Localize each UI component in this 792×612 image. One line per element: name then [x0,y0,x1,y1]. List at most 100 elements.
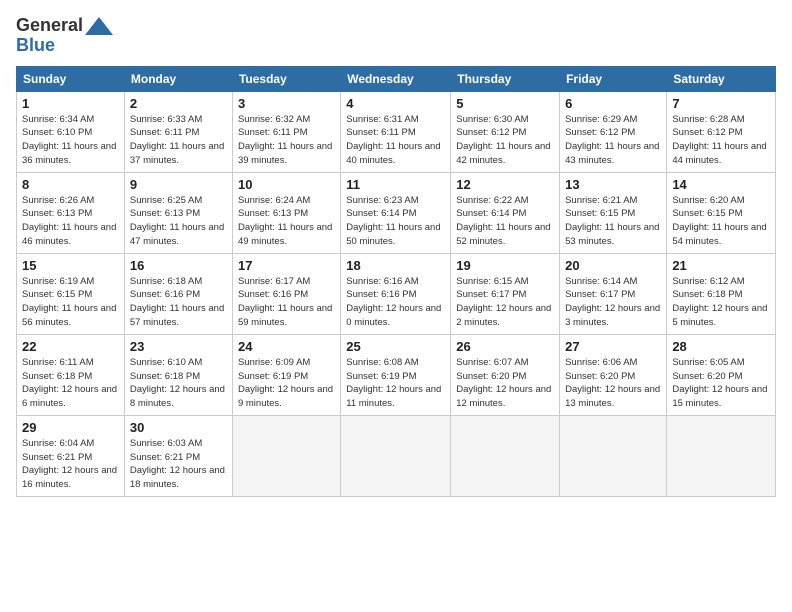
calendar-cell: 23 Sunrise: 6:10 AM Sunset: 6:18 PM Dayli… [124,334,232,415]
day-number: 22 [22,339,119,354]
calendar-cell: 28Sunrise: 6:05 AM Sunset: 6:20 PM Dayli… [667,334,776,415]
day-info: Sunrise: 6:19 AM Sunset: 6:15 PM Dayligh… [22,275,119,330]
day-number: 9 [130,177,227,192]
day-info: Sunrise: 6:18 AM Sunset: 6:16 PM Dayligh… [130,275,227,330]
day-info: Sunrise: 6:12 AM Sunset: 6:18 PM Dayligh… [672,275,770,330]
day-number: 18 [346,258,445,273]
calendar-week-row: 22 Sunrise: 6:11 AM Sunset: 6:18 PM Dayli… [17,334,776,415]
day-number: 23 [130,339,227,354]
calendar-cell: 26 Sunrise: 6:07 AM Sunset: 6:20 PM Dayli… [451,334,560,415]
logo-general: General [16,16,83,36]
day-number: 16 [130,258,227,273]
calendar-cell: 17Sunrise: 6:17 AM Sunset: 6:16 PM Dayli… [232,253,340,334]
calendar-cell: 16 Sunrise: 6:18 AM Sunset: 6:16 PM Dayli… [124,253,232,334]
day-number: 12 [456,177,554,192]
day-info: Sunrise: 6:15 AM Sunset: 6:17 PM Dayligh… [456,275,554,330]
day-info: Sunrise: 6:21 AM Sunset: 6:15 PM Dayligh… [565,194,661,249]
calendar-cell: 21 Sunrise: 6:12 AM Sunset: 6:18 PM Dayli… [667,253,776,334]
calendar-cell: 25 Sunrise: 6:08 AM Sunset: 6:19 PM Dayli… [341,334,451,415]
day-number: 15 [22,258,119,273]
day-number: 20 [565,258,661,273]
calendar-cell: 14Sunrise: 6:20 AM Sunset: 6:15 PM Dayli… [667,172,776,253]
calendar-cell: 18 Sunrise: 6:16 AM Sunset: 6:16 PM Dayli… [341,253,451,334]
day-number: 13 [565,177,661,192]
logo: General Blue [16,16,113,56]
calendar-cell: 29 Sunrise: 6:04 AM Sunset: 6:21 PM Dayli… [17,415,125,496]
calendar-cell: 7 Sunrise: 6:28 AM Sunset: 6:12 PM Daylig… [667,91,776,172]
day-number: 4 [346,96,445,111]
calendar-cell: 12 Sunrise: 6:22 AM Sunset: 6:14 PM Dayli… [451,172,560,253]
day-number: 5 [456,96,554,111]
day-info: Sunrise: 6:10 AM Sunset: 6:18 PM Dayligh… [130,356,227,411]
day-number: 29 [22,420,119,435]
day-info: Sunrise: 6:25 AM Sunset: 6:13 PM Dayligh… [130,194,227,249]
day-info: Sunrise: 6:29 AM Sunset: 6:12 PM Dayligh… [565,113,661,168]
day-number: 21 [672,258,770,273]
calendar-cell [232,415,340,496]
day-info: Sunrise: 6:26 AM Sunset: 6:13 PM Dayligh… [22,194,119,249]
day-info: Sunrise: 6:16 AM Sunset: 6:16 PM Dayligh… [346,275,445,330]
day-number: 7 [672,96,770,111]
calendar-cell [341,415,451,496]
dow-header: Monday [124,66,232,91]
header: General Blue [16,16,776,56]
day-info: Sunrise: 6:24 AM Sunset: 6:13 PM Dayligh… [238,194,335,249]
day-info: Sunrise: 6:09 AM Sunset: 6:19 PM Dayligh… [238,356,335,411]
day-info: Sunrise: 6:22 AM Sunset: 6:14 PM Dayligh… [456,194,554,249]
days-of-week-row: SundayMondayTuesdayWednesdayThursdayFrid… [17,66,776,91]
dow-header: Wednesday [341,66,451,91]
day-number: 1 [22,96,119,111]
day-info: Sunrise: 6:34 AM Sunset: 6:10 PM Dayligh… [22,113,119,168]
day-info: Sunrise: 6:31 AM Sunset: 6:11 PM Dayligh… [346,113,445,168]
day-info: Sunrise: 6:08 AM Sunset: 6:19 PM Dayligh… [346,356,445,411]
calendar-cell: 22 Sunrise: 6:11 AM Sunset: 6:18 PM Dayli… [17,334,125,415]
calendar-cell: 20Sunrise: 6:14 AM Sunset: 6:17 PM Dayli… [560,253,667,334]
day-number: 14 [672,177,770,192]
day-number: 27 [565,339,661,354]
logo-blue: Blue [16,36,55,56]
calendar-cell: 10 Sunrise: 6:24 AM Sunset: 6:13 PM Dayli… [232,172,340,253]
calendar-cell: 19Sunrise: 6:15 AM Sunset: 6:17 PM Dayli… [451,253,560,334]
calendar-cell: 15 Sunrise: 6:19 AM Sunset: 6:15 PM Dayli… [17,253,125,334]
day-info: Sunrise: 6:28 AM Sunset: 6:12 PM Dayligh… [672,113,770,168]
calendar-cell: 9 Sunrise: 6:25 AM Sunset: 6:13 PM Daylig… [124,172,232,253]
day-number: 25 [346,339,445,354]
day-number: 30 [130,420,227,435]
day-number: 24 [238,339,335,354]
calendar-week-row: 29 Sunrise: 6:04 AM Sunset: 6:21 PM Dayli… [17,415,776,496]
calendar-week-row: 8 Sunrise: 6:26 AM Sunset: 6:13 PM Daylig… [17,172,776,253]
logo-icon [85,17,113,35]
day-info: Sunrise: 6:32 AM Sunset: 6:11 PM Dayligh… [238,113,335,168]
day-info: Sunrise: 6:23 AM Sunset: 6:14 PM Dayligh… [346,194,445,249]
calendar-cell: 8 Sunrise: 6:26 AM Sunset: 6:13 PM Daylig… [17,172,125,253]
day-number: 10 [238,177,335,192]
day-number: 11 [346,177,445,192]
calendar-cell [451,415,560,496]
page: General Blue SundayMondayTuesdayWednesda… [0,0,792,612]
calendar-cell: 3 Sunrise: 6:32 AM Sunset: 6:11 PM Daylig… [232,91,340,172]
calendar-cell: 1 Sunrise: 6:34 AM Sunset: 6:10 PM Daylig… [17,91,125,172]
day-info: Sunrise: 6:05 AM Sunset: 6:20 PM Dayligh… [672,356,770,411]
day-info: Sunrise: 6:04 AM Sunset: 6:21 PM Dayligh… [22,437,119,492]
calendar-week-row: 15 Sunrise: 6:19 AM Sunset: 6:15 PM Dayli… [17,253,776,334]
day-number: 6 [565,96,661,111]
day-info: Sunrise: 6:30 AM Sunset: 6:12 PM Dayligh… [456,113,554,168]
calendar-cell: 30Sunrise: 6:03 AM Sunset: 6:21 PM Dayli… [124,415,232,496]
calendar-body: 1 Sunrise: 6:34 AM Sunset: 6:10 PM Daylig… [17,91,776,496]
calendar: SundayMondayTuesdayWednesdayThursdayFrid… [16,66,776,497]
day-info: Sunrise: 6:11 AM Sunset: 6:18 PM Dayligh… [22,356,119,411]
day-number: 3 [238,96,335,111]
dow-header: Tuesday [232,66,340,91]
calendar-cell: 24 Sunrise: 6:09 AM Sunset: 6:19 PM Dayli… [232,334,340,415]
dow-header: Saturday [667,66,776,91]
calendar-cell: 6 Sunrise: 6:29 AM Sunset: 6:12 PM Daylig… [560,91,667,172]
day-number: 8 [22,177,119,192]
day-info: Sunrise: 6:06 AM Sunset: 6:20 PM Dayligh… [565,356,661,411]
dow-header: Thursday [451,66,560,91]
calendar-cell [667,415,776,496]
day-info: Sunrise: 6:07 AM Sunset: 6:20 PM Dayligh… [456,356,554,411]
day-number: 26 [456,339,554,354]
calendar-cell [560,415,667,496]
calendar-cell: 13 Sunrise: 6:21 AM Sunset: 6:15 PM Dayli… [560,172,667,253]
calendar-cell: 27 Sunrise: 6:06 AM Sunset: 6:20 PM Dayli… [560,334,667,415]
